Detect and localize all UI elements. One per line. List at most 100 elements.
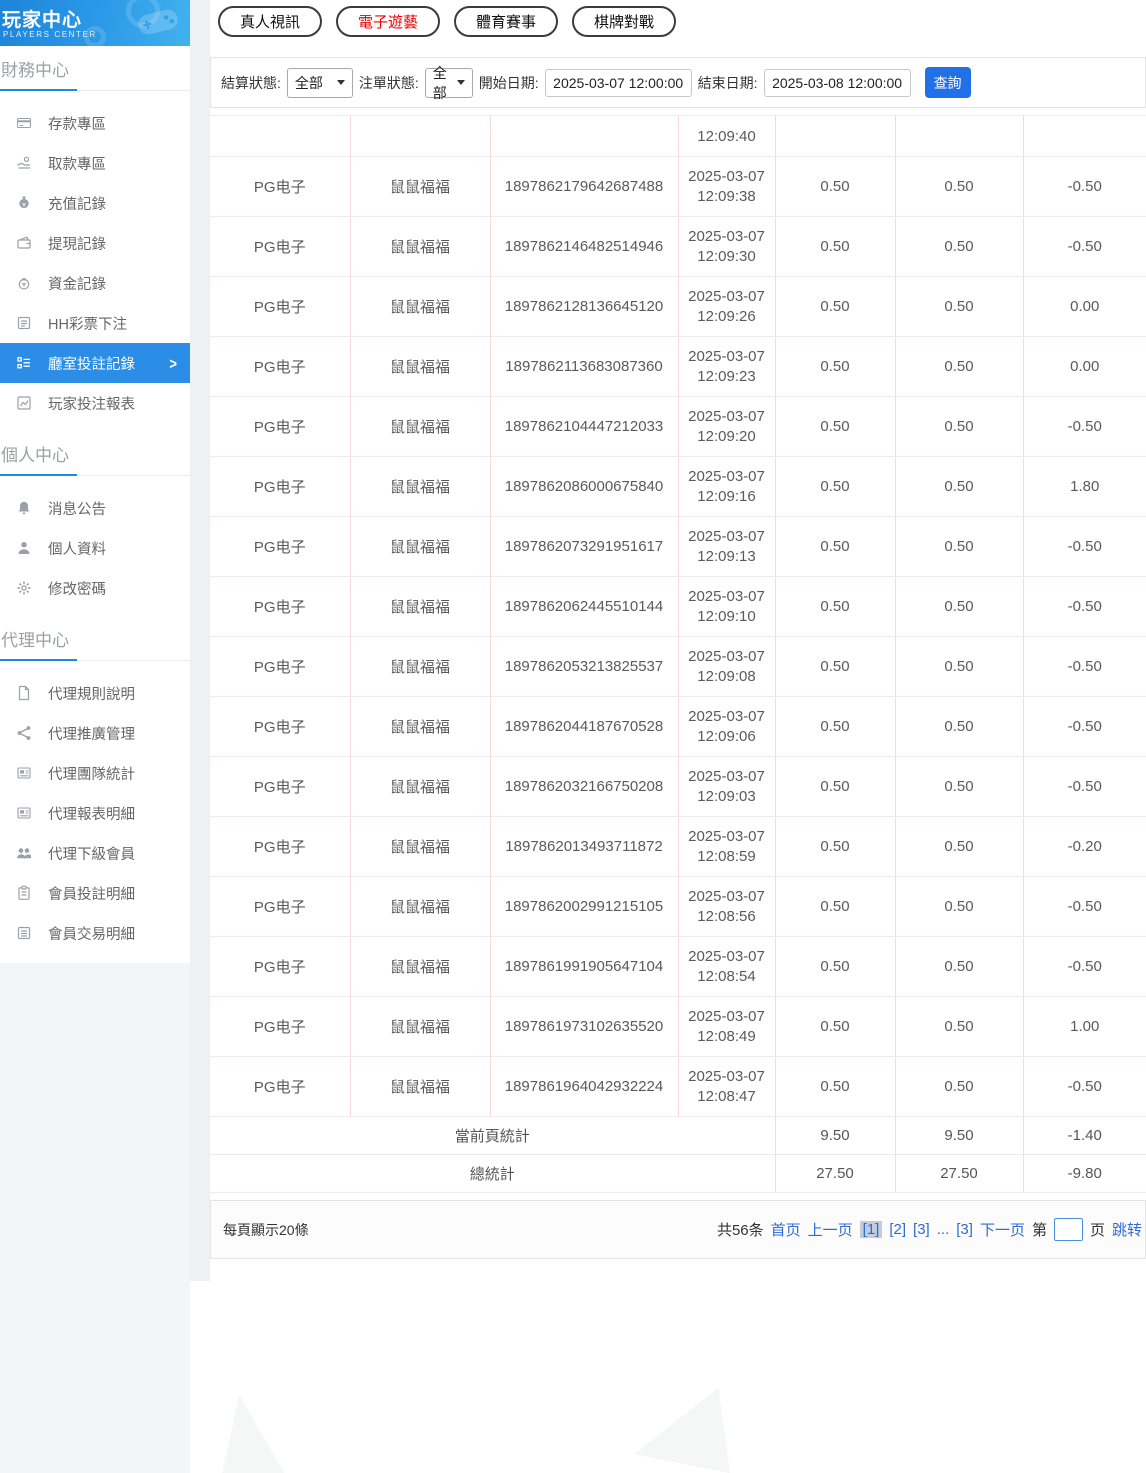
cell-order-id (490, 116, 678, 157)
sidebar-item-label: 提現記錄 (48, 233, 106, 254)
brand-subtitle: PLAYERS CENTER (3, 30, 97, 39)
prev-page-link[interactable]: 上一页 (808, 1219, 853, 1240)
cell-valid: 0.50 (895, 817, 1023, 877)
cell-platform: PG电子 (210, 637, 350, 697)
cell-valid: 0.50 (895, 457, 1023, 517)
tab-active[interactable]: 電子遊藝 (336, 6, 440, 37)
cell-order-id: 1897862128136645120 (490, 277, 678, 337)
page-link[interactable]: ... (937, 1221, 950, 1238)
cell-platform: PG电子 (210, 697, 350, 757)
per-page-label: 每頁顯示20條 (223, 1220, 309, 1240)
table-row: PG电子鼠鼠福福18978620029912151052025-03-0712:… (210, 877, 1146, 937)
sidebar-item-label: 代理團隊統計 (48, 763, 135, 784)
end-date-input[interactable] (764, 69, 911, 97)
summary-bet: 27.50 (775, 1155, 895, 1193)
tab-category[interactable]: 真人視訊 (218, 6, 322, 37)
settle-status-value: 全部 (295, 73, 323, 93)
table-row-partial: 12:09:40 (210, 116, 1146, 157)
settle-status-label: 結算狀態: (221, 73, 281, 93)
cell-winloss: -0.20 (1023, 817, 1146, 877)
sidebar-item-file[interactable]: 代理規則說明 (0, 673, 190, 713)
sidebar-item-newspaper[interactable]: 代理報表明細 (0, 793, 190, 833)
cell-bet: 0.50 (775, 217, 895, 277)
bell-icon (16, 500, 32, 516)
cell-order-id: 1897862073291951617 (490, 517, 678, 577)
pager: 共56条首页上一页[1][2][3]...[3]下一页第页跳转 (717, 1218, 1142, 1241)
end-date-label: 結束日期: (698, 73, 758, 93)
cell-order-id: 1897862002991215105 (490, 877, 678, 937)
jump-page-input[interactable] (1054, 1218, 1083, 1241)
sidebar-item-list-box[interactable]: 會員交易明細 (0, 913, 190, 953)
sidebar-item-label: 取款專區 (48, 153, 106, 174)
cell-valid: 0.50 (895, 517, 1023, 577)
sidebar-item-money-bag[interactable]: 充值記錄 (0, 183, 190, 223)
sidebar-item-chart-report[interactable]: 玩家投注報表 (0, 383, 190, 423)
cell-time: 2025-03-0712:09:08 (678, 637, 775, 697)
money-bag-icon (16, 195, 32, 211)
sidebar-item-newspaper[interactable]: 代理團隊統計 (0, 753, 190, 793)
cell-order-id: 1897862179642687488 (490, 157, 678, 217)
sidebar-item-hand-coin[interactable]: 取款專區 (0, 143, 190, 183)
table-row: PG电子鼠鼠福福18978619919056471042025-03-0712:… (210, 937, 1146, 997)
cell-bet: 0.50 (775, 697, 895, 757)
list-box-icon (16, 925, 32, 941)
cell-platform: PG电子 (210, 997, 350, 1057)
cell-order-id: 1897862113683087360 (490, 337, 678, 397)
summary-valid: 9.50 (895, 1117, 1023, 1155)
sidebar-item-purse[interactable]: 資金記錄 (0, 263, 190, 303)
brand-header: 玩家中心 PLAYERS CENTER (0, 0, 190, 46)
sidebar-item-list-check[interactable]: 廳室投註記錄> (0, 343, 190, 383)
page-link[interactable]: [3] (913, 1221, 930, 1238)
cell-game: 鼠鼠福福 (350, 877, 490, 937)
page-link[interactable]: [3] (956, 1221, 973, 1238)
cell-time: 2025-03-0712:09:23 (678, 337, 775, 397)
file-icon (16, 685, 32, 701)
next-page-link[interactable]: 下一页 (980, 1219, 1025, 1240)
chevron-down-icon (457, 80, 465, 85)
sidebar-item-user[interactable]: 個人資料 (0, 528, 190, 568)
start-date-label: 開始日期: (479, 73, 539, 93)
sidebar-item-wallet[interactable]: 提現記錄 (0, 223, 190, 263)
current-page[interactable]: [1] (860, 1221, 883, 1238)
decorative-triangle (222, 1395, 284, 1473)
bank-card-icon (16, 115, 32, 131)
tab-category[interactable]: 體育賽事 (454, 6, 558, 37)
cell-order-id: 1897861991905647104 (490, 937, 678, 997)
gear-icon (16, 580, 32, 596)
sidebar-item-label: 代理報表明細 (48, 803, 135, 824)
cell-bet: 0.50 (775, 457, 895, 517)
cell-platform: PG电子 (210, 817, 350, 877)
start-date-input[interactable] (545, 69, 692, 97)
sidebar-item-share[interactable]: 代理推廣管理 (0, 713, 190, 753)
cell-time: 2025-03-0712:09:10 (678, 577, 775, 637)
order-status-select[interactable]: 全部 (425, 68, 473, 98)
cell-bet: 0.50 (775, 517, 895, 577)
sidebar-item-clipboard[interactable]: 會員投註明細 (0, 873, 190, 913)
sidebar-section-items: 代理規則說明代理推廣管理代理團隊統計代理報表明細代理下級會員會員投註明細會員交易… (0, 661, 190, 953)
search-button[interactable]: 查詢 (925, 67, 971, 98)
order-status-value: 全部 (433, 63, 452, 103)
cell-bet: 0.50 (775, 997, 895, 1057)
sidebar-item-label: 消息公告 (48, 498, 106, 519)
page-link[interactable]: [2] (889, 1221, 906, 1238)
cell-valid: 0.50 (895, 757, 1023, 817)
tab-category[interactable]: 棋牌對戰 (572, 6, 676, 37)
sidebar-item-bank-card[interactable]: 存款專區 (0, 103, 190, 143)
sidebar-item-users[interactable]: 代理下級會員 (0, 833, 190, 873)
sidebar-item-document-lines[interactable]: HH彩票下注 (0, 303, 190, 343)
newspaper-icon (16, 765, 32, 781)
sidebar-item-label: 玩家投注報表 (48, 393, 135, 414)
clipboard-icon (16, 885, 32, 901)
sidebar-item-label: 修改密碼 (48, 578, 106, 599)
cell-winloss: -0.50 (1023, 877, 1146, 937)
jump-link[interactable]: 跳转 (1112, 1219, 1142, 1240)
table-row: PG电子鼠鼠福福18978620321667502082025-03-0712:… (210, 757, 1146, 817)
table-row: PG电子鼠鼠福福18978619640429322242025-03-0712:… (210, 1057, 1146, 1117)
sidebar-item-gear[interactable]: 修改密碼 (0, 568, 190, 608)
settle-status-select[interactable]: 全部 (287, 68, 353, 98)
cell-order-id: 1897861973102635520 (490, 997, 678, 1057)
jump-label-pre: 第 (1032, 1219, 1047, 1240)
decorative-triangle (634, 1388, 730, 1473)
first-page-link[interactable]: 首页 (771, 1219, 801, 1240)
sidebar-item-bell[interactable]: 消息公告 (0, 488, 190, 528)
